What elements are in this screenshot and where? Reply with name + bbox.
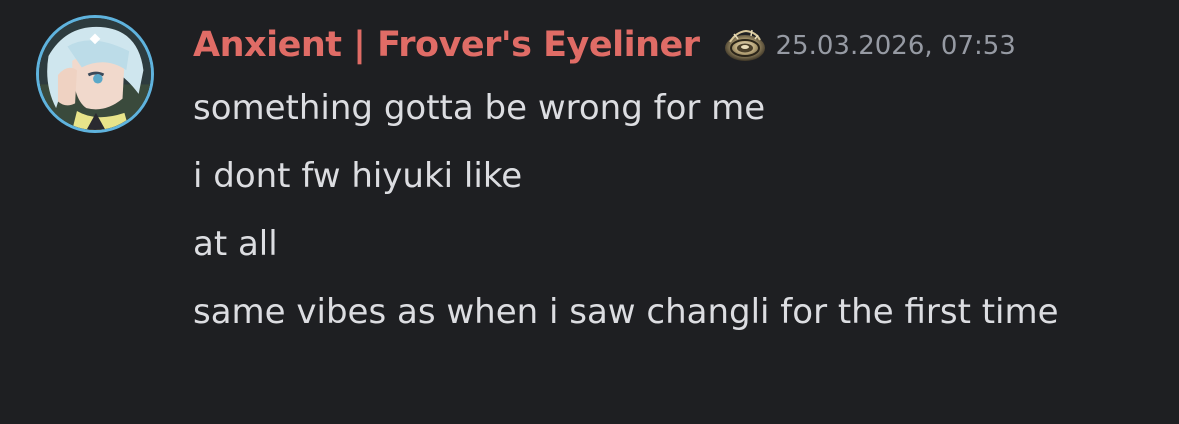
message-line: same vibes as when i saw changli for the… [193,292,1059,332]
avatar-image [39,18,151,130]
message-body: something gotta be wrong for me i dont f… [193,82,1153,354]
ornate-bronze-disc-icon[interactable] [722,22,768,68]
author-name[interactable]: Anxient | Frover's Eyeliner [193,25,700,65]
message-line: something gotta be wrong for me [193,88,766,128]
message-timestamp[interactable]: 25.03.2026, 07:53 [776,31,1016,61]
chat-message: Anxient | Frover's Eyeliner 25.03.2026, [0,0,1179,424]
message-line: at all [193,224,278,264]
user-avatar[interactable] [36,15,154,133]
message-header: Anxient | Frover's Eyeliner 25.03.2026, [193,20,1016,70]
message-line: i dont fw hiyuki like [193,156,523,196]
